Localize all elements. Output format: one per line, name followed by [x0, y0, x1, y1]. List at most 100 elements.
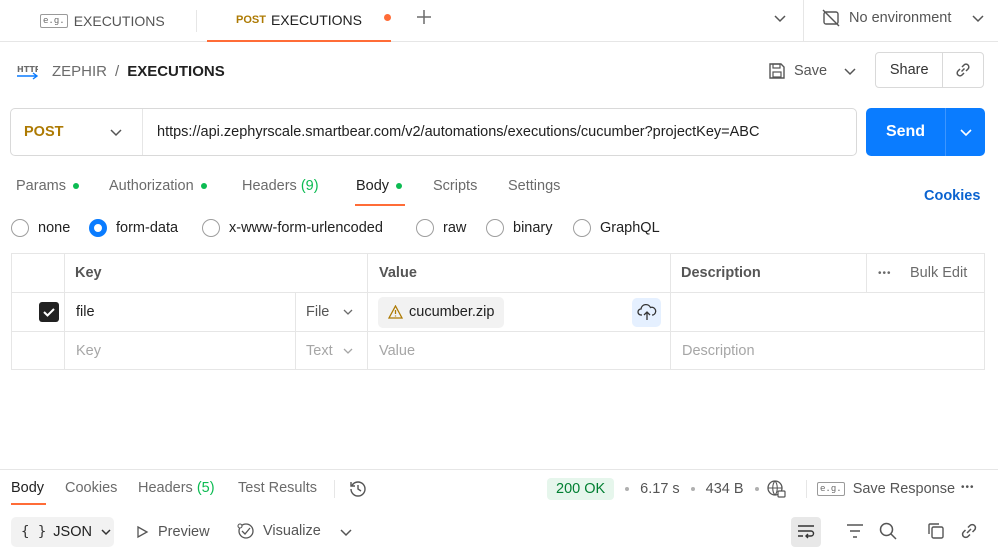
save-response-example-icon: e.g.	[817, 482, 845, 496]
radio-binary-label: binary	[513, 220, 553, 236]
save-button[interactable]: Save	[768, 60, 827, 82]
network-globe-icon[interactable]	[766, 479, 786, 499]
meta-divider	[806, 480, 807, 498]
link-icon[interactable]	[959, 521, 979, 541]
visualize-chevron-icon[interactable]	[339, 525, 353, 539]
save-response-button[interactable]: e.g. Save Response	[817, 480, 955, 498]
share-group: Share	[875, 52, 984, 88]
resp-tab-test-results[interactable]: Test Results	[238, 480, 317, 496]
radio-none-label: none	[38, 220, 71, 236]
form-data-table: Key Value Description ••• Bulk Edit file…	[11, 253, 985, 370]
url-input[interactable]: https://api.zephyrscale.smartbear.com/v2…	[143, 124, 853, 140]
response-time[interactable]: 6.17 s	[640, 481, 680, 497]
filter-icon[interactable]	[845, 522, 865, 540]
tab-body-label: Body	[356, 178, 390, 194]
tab-settings[interactable]: Settings	[508, 178, 560, 194]
visualize-button[interactable]: Visualize	[236, 521, 321, 541]
response-more-icon[interactable]: •••	[961, 482, 975, 493]
row-type-label: File	[306, 304, 330, 320]
tabs-dropdown-chevron-icon[interactable]	[773, 11, 787, 25]
tab-title: EXECUTIONS	[73, 13, 165, 29]
tab-headers[interactable]: Headers (9)	[242, 178, 319, 194]
tab-bar: e.g. EXECUTIONS POST EXECUTIONS No envir…	[0, 0, 998, 42]
environment-selector[interactable]: No environment	[822, 8, 951, 28]
tab-authorization[interactable]: Authorization	[109, 178, 207, 194]
response-size[interactable]: 434 B	[706, 481, 744, 497]
row-value-file-chip[interactable]: cucumber.zip	[378, 293, 505, 331]
environment-chevron-icon[interactable]	[971, 11, 985, 25]
tab-params-label: Params	[16, 178, 66, 194]
radio-form-data[interactable]: form-data	[89, 219, 178, 237]
save-label: Save	[794, 63, 828, 79]
radio-form-data-label: form-data	[116, 220, 179, 236]
tab-headers-label: Headers	[242, 178, 297, 194]
format-select[interactable]: { } JSON	[11, 517, 114, 547]
radio-binary-circle	[486, 219, 504, 237]
more-options-icon[interactable]: •••	[878, 254, 892, 292]
example-badge: e.g.	[40, 14, 68, 28]
tab-method: POST	[236, 14, 266, 26]
tab-settings-label: Settings	[508, 178, 561, 194]
resp-tab-body[interactable]: Body	[11, 480, 44, 496]
row-type-select[interactable]: File	[306, 293, 329, 331]
share-button[interactable]: Share	[876, 62, 942, 78]
tab-scripts[interactable]: Scripts	[433, 178, 477, 194]
radio-raw-label: raw	[443, 220, 467, 236]
preview-button[interactable]: Preview	[135, 522, 210, 542]
bulk-edit-button[interactable]: Bulk Edit	[910, 254, 967, 292]
row-type-chevron-icon[interactable]	[342, 293, 354, 331]
wrap-lines-icon[interactable]	[791, 517, 821, 547]
radio-graphql-circle	[573, 219, 591, 237]
breadcrumb-parent[interactable]: ZEPHIR	[52, 63, 107, 80]
radio-raw[interactable]: raw	[416, 219, 466, 237]
tab-body[interactable]: Body	[356, 178, 403, 194]
column-header-key: Key	[75, 265, 102, 281]
send-button[interactable]: Send	[866, 123, 945, 141]
col-line	[64, 254, 65, 369]
json-braces-icon: { }	[21, 524, 47, 540]
row-checkbox[interactable]	[39, 293, 59, 331]
visualize-icon	[236, 521, 256, 541]
radio-graphql[interactable]: GraphQL	[573, 219, 660, 237]
placeholder-value-input[interactable]: Value	[379, 332, 415, 370]
save-options-chevron-icon[interactable]	[843, 64, 857, 78]
breadcrumb-current[interactable]: EXECUTIONS	[127, 63, 225, 80]
copy-icon[interactable]	[926, 521, 946, 541]
new-tab-plus-icon[interactable]	[415, 8, 433, 26]
upload-cloud-icon[interactable]	[632, 293, 661, 331]
placeholder-type-select[interactable]: Text	[306, 332, 333, 370]
placeholder-description-input[interactable]: Description	[682, 332, 755, 370]
placeholder-key-input[interactable]: Key	[76, 332, 101, 370]
col-line	[295, 293, 296, 369]
radio-none[interactable]: none	[11, 219, 70, 237]
method-select[interactable]: POST	[11, 109, 143, 155]
tab-post-executions[interactable]: POST EXECUTIONS	[207, 0, 391, 42]
send-button-group: Send	[866, 108, 985, 156]
copy-link-icon[interactable]	[943, 61, 983, 79]
status-badge[interactable]: 200 OK	[547, 478, 615, 500]
tab-example-executions[interactable]: e.g. EXECUTIONS	[40, 0, 165, 42]
row-key[interactable]: file	[76, 293, 95, 331]
resp-tab-headers[interactable]: Headers (5)	[138, 480, 215, 496]
table-header-row: Key Value Description ••• Bulk Edit	[12, 254, 984, 293]
history-icon[interactable]	[348, 479, 368, 499]
headers-count: (9)	[300, 178, 319, 194]
radio-graphql-label: GraphQL	[600, 220, 660, 236]
radio-urlencoded[interactable]: x-www-form-urlencoded	[202, 219, 383, 237]
table-row: file File cucumber.zip	[12, 293, 984, 332]
unsaved-dot-icon[interactable]	[384, 14, 391, 21]
save-response-label: Save Response	[852, 481, 956, 497]
resp-tab-cookies[interactable]: Cookies	[65, 480, 117, 496]
placeholder-type-chevron-icon[interactable]	[342, 332, 354, 370]
send-options-chevron-icon[interactable]	[946, 125, 985, 139]
meta-dot	[754, 487, 759, 491]
radio-binary[interactable]: binary	[486, 219, 553, 237]
tab-authorization-label: Authorization	[109, 178, 194, 194]
search-icon[interactable]	[878, 521, 898, 541]
tab-params[interactable]: Params	[16, 178, 79, 194]
env-divider	[803, 0, 804, 42]
radio-urlencoded-label: x-www-form-urlencoded	[229, 220, 383, 236]
col-line	[866, 254, 867, 293]
cookies-link[interactable]: Cookies	[924, 188, 980, 204]
format-label: JSON	[53, 524, 92, 540]
